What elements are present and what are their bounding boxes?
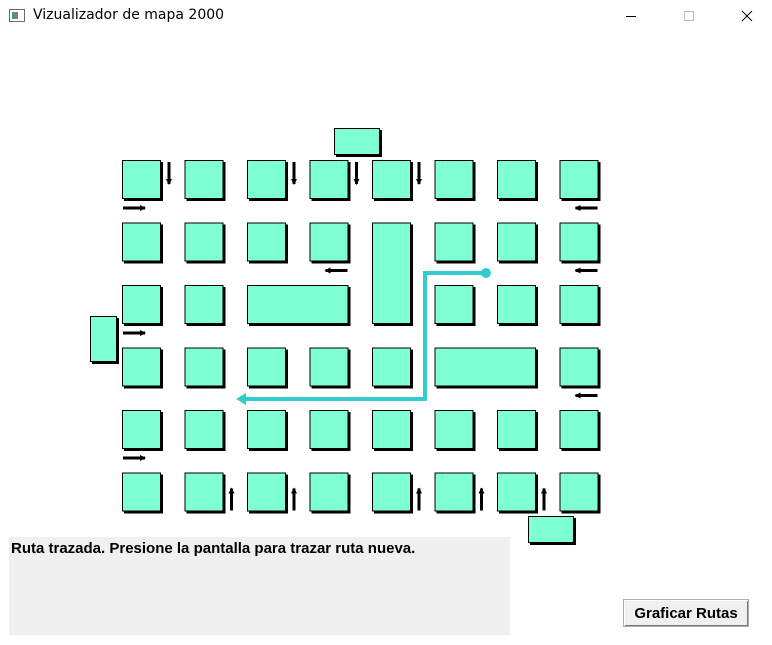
arrow-head-icon — [416, 179, 422, 185]
city-block-tall-c4 — [372, 222, 411, 324]
city-block-r4c2 — [247, 410, 286, 449]
arrow-head-icon — [166, 179, 172, 185]
city-block-r2c7 — [559, 285, 599, 324]
city-block-r4c7 — [559, 410, 599, 449]
city-block-r2c1 — [184, 285, 224, 324]
city-block-r0c5 — [434, 160, 474, 199]
city-block-r2c0 — [122, 285, 161, 324]
arrow-head-icon — [478, 487, 485, 494]
city-block-r2c6 — [497, 285, 536, 324]
city-block-r0c2 — [247, 160, 286, 199]
city-block-r5c4 — [372, 472, 411, 512]
city-block-r1c1 — [184, 222, 224, 262]
status-message: Ruta trazada. Presione la pantalla para … — [11, 540, 416, 557]
graph-routes-button[interactable]: Graficar Rutas — [623, 599, 749, 627]
city-block-entrance-left — [90, 316, 117, 362]
city-block-r1c0 — [122, 222, 161, 262]
arrow-head-icon — [291, 487, 297, 494]
city-block-r5c3 — [309, 472, 349, 512]
city-block-r4c6 — [497, 410, 536, 449]
city-block-r3c0 — [122, 347, 161, 387]
city-block-r4c0 — [122, 410, 161, 449]
city-block-r5c7 — [559, 472, 599, 512]
city-block-r3c7 — [559, 347, 599, 387]
city-block-r5c5 — [434, 472, 474, 512]
arrow-head-icon — [140, 455, 146, 461]
city-block-r0c6 — [497, 160, 536, 199]
arrow-head-icon — [353, 179, 360, 185]
city-block-r3c2 — [247, 347, 286, 387]
arrow-head-icon — [541, 487, 547, 494]
city-block-r1c6 — [497, 222, 536, 262]
status-panel: Ruta trazada. Presione la pantalla para … — [9, 537, 510, 635]
city-block-wide-c5c6 — [434, 347, 536, 387]
arrow-head-icon — [416, 487, 422, 494]
city-block-r1c2 — [247, 222, 286, 262]
city-block-r5c1 — [184, 472, 224, 512]
city-block-r4c5 — [434, 410, 474, 449]
city-block-r4c1 — [184, 410, 224, 449]
arrow-head-icon — [291, 179, 297, 185]
arrow-head-icon — [140, 330, 146, 336]
route-start-marker — [481, 268, 491, 278]
city-block-r1c7 — [559, 222, 599, 262]
city-block-r4c3 — [309, 410, 349, 449]
city-block-r0c0 — [122, 160, 161, 199]
city-block-r0c1 — [184, 160, 224, 199]
city-block-r0c3 — [309, 160, 349, 199]
city-block-r1c5 — [434, 222, 474, 262]
city-block-r5c6 — [497, 472, 536, 512]
city-block-r4c4 — [372, 410, 411, 449]
city-block-r3c1 — [184, 347, 224, 387]
city-block-r2c5 — [434, 285, 474, 324]
arrow-head-icon — [324, 267, 331, 274]
city-block-entrance-bottom — [528, 516, 574, 543]
city-block-r5c2 — [247, 472, 286, 512]
city-block-r3c3 — [309, 347, 349, 387]
arrow-head-icon — [228, 487, 235, 494]
route-end-arrow-icon — [236, 393, 246, 405]
city-block-r0c7 — [559, 160, 599, 199]
city-block-r1c3 — [309, 222, 349, 262]
city-block-r5c0 — [122, 472, 161, 512]
city-block-r3c4 — [372, 347, 411, 387]
city-block-wide-c2c3 — [247, 285, 349, 324]
arrow-head-icon — [574, 205, 581, 211]
arrow-head-icon — [574, 267, 581, 274]
city-block-entrance-top — [334, 128, 380, 155]
city-block-r0c4 — [372, 160, 411, 199]
arrow-head-icon — [574, 392, 581, 399]
arrow-head-icon — [140, 205, 146, 211]
